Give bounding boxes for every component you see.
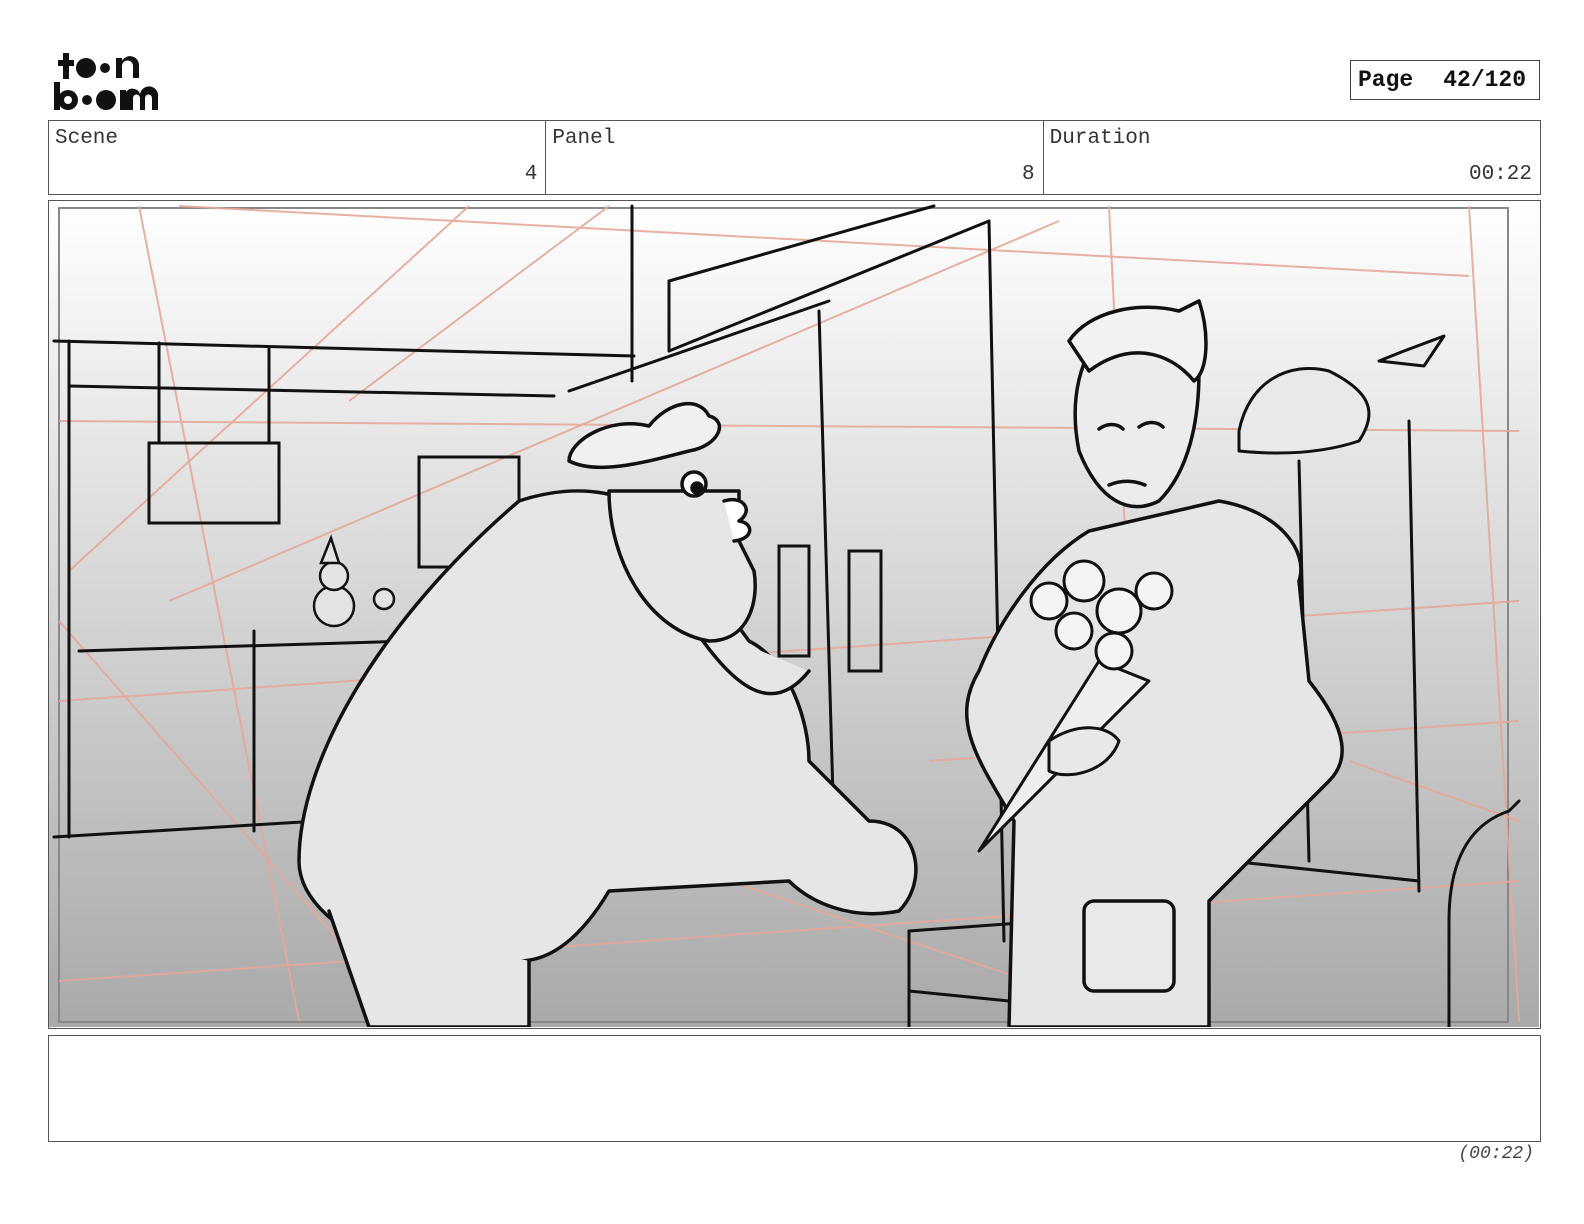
panel-notes-box (48, 1035, 1541, 1142)
total-duration: (00:22) (1458, 1144, 1534, 1164)
scene-value: 4 (524, 163, 538, 186)
panel-label: Panel (552, 127, 616, 150)
page-number: 42/120 (1443, 67, 1527, 93)
scene-label: Scene (55, 127, 119, 150)
scene-cell: Scene 4 (49, 121, 547, 194)
panel-info-row: Scene 4 Panel 8 Duration 00:22 (48, 120, 1541, 195)
storyboard-sketch-image (49, 201, 1539, 1027)
page-label: Page (1358, 67, 1414, 93)
duration-value: 00:22 (1468, 163, 1532, 186)
panel-cell: Panel 8 (546, 121, 1044, 194)
page-indicator: Page 42/120 (1350, 60, 1540, 100)
panel-value: 8 (1022, 163, 1035, 186)
duration-cell: Duration 00:22 (1044, 121, 1540, 194)
toon-boom-logo (54, 53, 159, 110)
storyboard-panel (48, 200, 1541, 1029)
duration-label: Duration (1049, 127, 1151, 150)
